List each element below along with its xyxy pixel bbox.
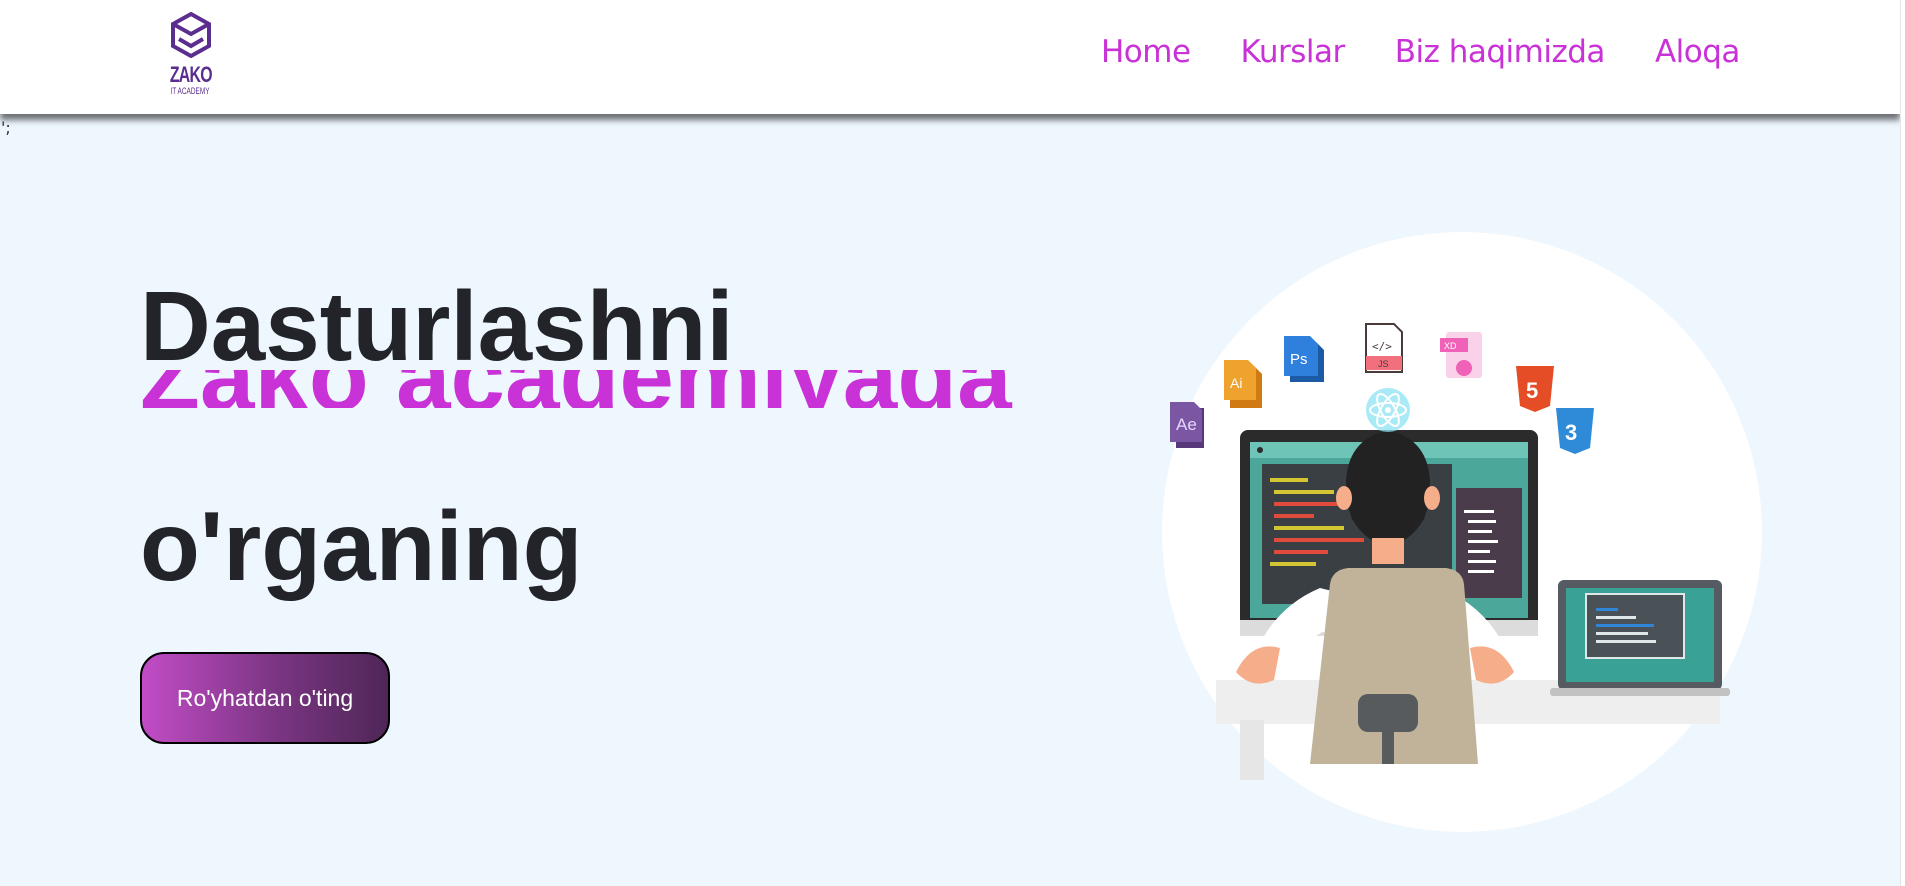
svg-text:Ps: Ps: [1290, 351, 1308, 368]
navbar: ZAKO IT ACADEMY Home Kurslar Biz haqimiz…: [0, 0, 1900, 114]
zako-logo[interactable]: ZAKO IT ACADEMY: [162, 12, 218, 98]
nav-item-home: Home: [1101, 34, 1191, 70]
xd-icon: XD: [1440, 332, 1482, 378]
svg-text:Ae: Ae: [1176, 415, 1197, 434]
cube-logo-icon: [171, 12, 211, 58]
page-scrollbar[interactable]: [1900, 0, 1905, 886]
svg-text:XD: XD: [1444, 341, 1457, 351]
ae-icon: Ae: [1170, 402, 1204, 448]
nav-links: Home Kurslar Biz haqimizda Aloqa: [1101, 34, 1740, 70]
svg-text:3: 3: [1565, 420, 1577, 445]
nav-link-kurslar[interactable]: Kurslar: [1241, 34, 1346, 70]
logo-subtitle: IT ACADEMY: [170, 86, 210, 96]
nav-link-aloqa[interactable]: Aloqa: [1655, 34, 1740, 70]
hero-heading-line-1: Dasturlashni: [140, 271, 734, 381]
nav-item-aloqa: Aloqa: [1655, 34, 1740, 70]
svg-text:Ai: Ai: [1230, 375, 1242, 391]
nav-item-biz-haqimizda: Biz haqimizda: [1395, 34, 1606, 70]
hero-illustration: Ae Ai Ps </> JS XD 5 3: [1150, 220, 1770, 840]
nav-item-kurslar: Kurslar: [1241, 34, 1346, 70]
nav-link-biz-haqimizda[interactable]: Biz haqimizda: [1395, 34, 1606, 70]
react-icon: [1366, 388, 1410, 432]
css3-icon: 3: [1556, 408, 1594, 454]
logo-name: ZAKO: [169, 62, 213, 87]
js-file-icon: </> JS: [1365, 323, 1403, 373]
register-button[interactable]: Ro'yhatdan o'ting: [140, 652, 390, 744]
hero-heading-line-3: o'rganing: [140, 491, 583, 601]
svg-text:5: 5: [1526, 378, 1538, 403]
nav-link-home[interactable]: Home: [1101, 34, 1191, 70]
svg-text:</>: </>: [1372, 340, 1392, 353]
svg-text:JS: JS: [1378, 359, 1389, 369]
stray-text: ';: [1, 118, 11, 137]
html5-icon: 5: [1516, 366, 1554, 412]
